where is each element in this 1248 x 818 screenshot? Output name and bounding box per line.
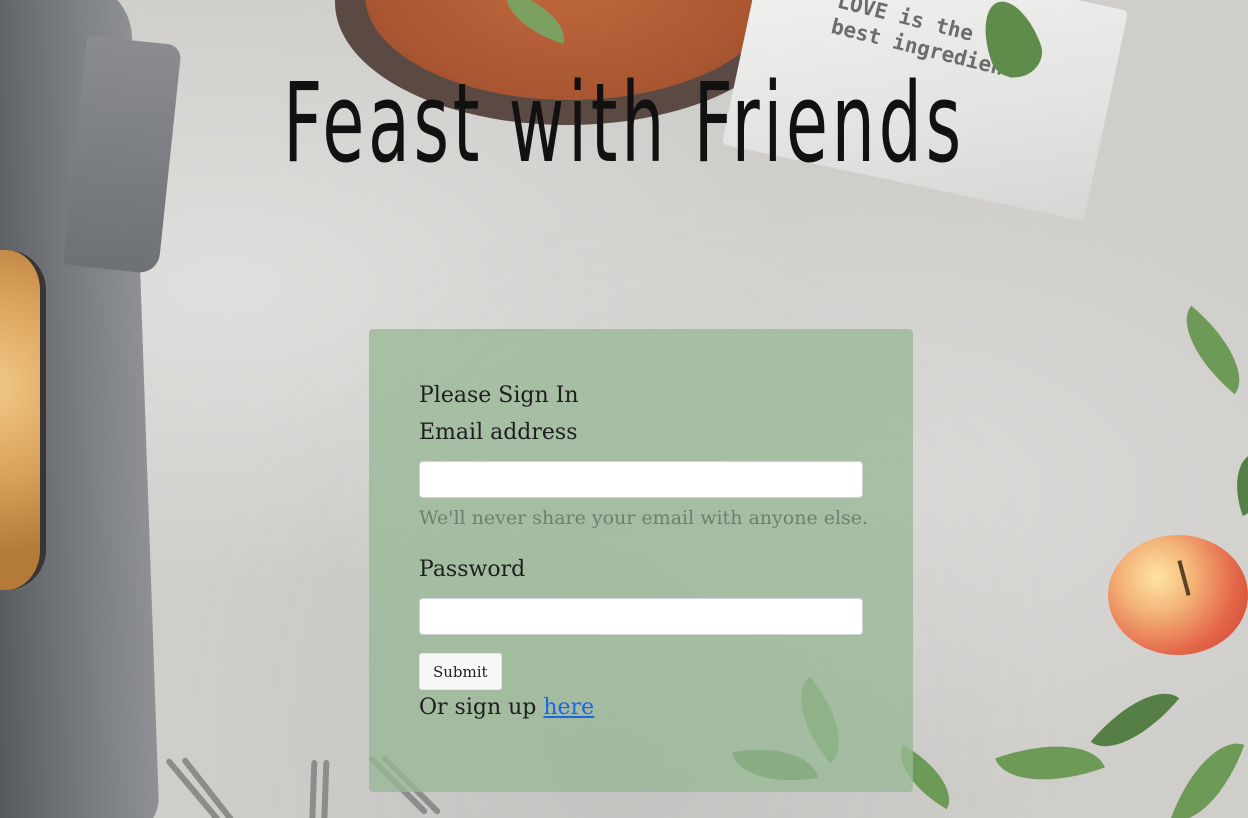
leaf-decoration (1090, 672, 1180, 768)
apple-image (1108, 535, 1248, 655)
leaf-decoration (1223, 454, 1248, 516)
signin-form: Please Sign In Email address We'll never… (369, 329, 913, 792)
email-label: Email address (419, 420, 578, 445)
baked-dish-image (0, 250, 46, 590)
leaf-decoration (1165, 305, 1248, 395)
password-field[interactable] (419, 598, 863, 635)
signup-link[interactable]: here (543, 695, 594, 720)
submit-button[interactable]: Submit (419, 653, 502, 690)
signup-prefix: Or sign up (419, 695, 544, 720)
signin-heading: Please Sign In (419, 383, 579, 408)
email-help-text: We'll never share your email with anyone… (419, 507, 869, 529)
fork-tine (308, 759, 318, 818)
signup-prompt: Or sign up here (419, 693, 863, 723)
fork-tine (320, 759, 330, 818)
password-label: Password (419, 557, 526, 582)
leaf-decoration (1170, 729, 1245, 818)
page-title: Feast with Friends (283, 59, 965, 187)
leaf-decoration (995, 724, 1105, 802)
email-field[interactable] (419, 461, 863, 498)
